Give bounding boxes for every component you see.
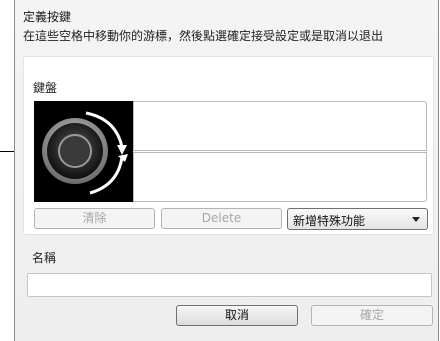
dialog-title: 定義按鍵 xyxy=(23,10,72,24)
key-slot-2[interactable] xyxy=(133,152,427,202)
delete-button[interactable]: Delete xyxy=(161,208,282,229)
special-function-selected: 新增特殊功能 xyxy=(293,214,366,228)
clear-button[interactable]: 清除 xyxy=(34,208,155,229)
name-input[interactable] xyxy=(27,273,432,297)
key-preview xyxy=(34,101,133,202)
dial-rotate-icon xyxy=(42,111,128,195)
ok-button[interactable]: 確定 xyxy=(311,305,433,326)
chevron-down-icon xyxy=(412,217,420,222)
keys-section-label: 鍵盤 xyxy=(33,81,58,95)
callout-line-left xyxy=(0,151,14,152)
name-section-label: 名稱 xyxy=(32,251,57,265)
dialog-instruction: 在這些空格中移動你的游標，然後點選確定接受設定或是取消以退出 xyxy=(23,29,384,43)
define-key-dialog: 定義按鍵 在這些空格中移動你的游標，然後點選確定接受設定或是取消以退出 鍵盤 清… xyxy=(14,0,439,341)
cancel-button[interactable]: 取消 xyxy=(176,305,298,326)
key-slot-1[interactable] xyxy=(133,101,427,151)
special-function-dropdown[interactable]: 新增特殊功能 xyxy=(287,208,428,230)
